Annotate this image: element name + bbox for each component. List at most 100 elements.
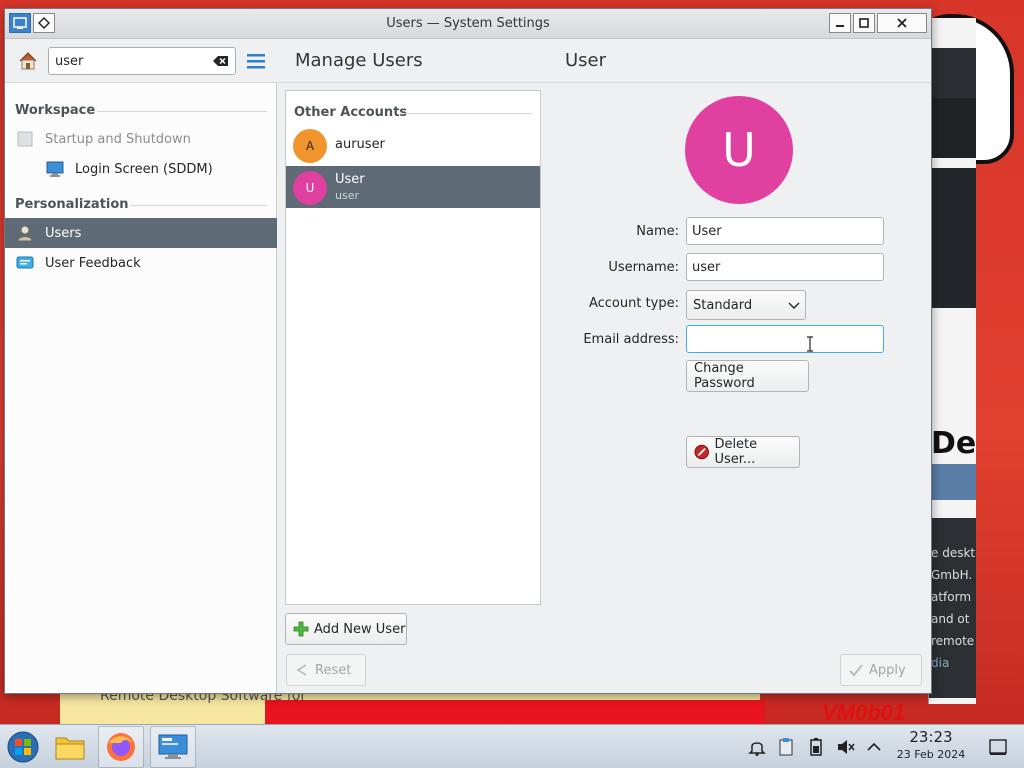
window-title: Users — System Settings bbox=[386, 16, 550, 31]
bg-partial-text: remote bbox=[931, 634, 975, 648]
minimize-button[interactable] bbox=[829, 13, 851, 33]
sidebar-item-label: Startup and Shutdown bbox=[45, 131, 191, 147]
plus-icon bbox=[293, 621, 309, 637]
bg-browser-panel bbox=[929, 168, 976, 308]
users-icon bbox=[17, 225, 33, 242]
username-label: Username: bbox=[608, 260, 679, 275]
battery-icon[interactable] bbox=[806, 737, 826, 757]
start-button[interactable] bbox=[0, 726, 46, 768]
account-username: user bbox=[335, 189, 359, 202]
system-settings-icon bbox=[158, 734, 188, 759]
bg-partial-text: and ot bbox=[931, 612, 970, 626]
title-bar[interactable]: Users — System Settings bbox=[5, 9, 931, 39]
sidebar-header bbox=[5, 39, 277, 83]
account-name: auruser bbox=[335, 137, 385, 152]
apply-button[interactable]: Apply bbox=[840, 654, 922, 686]
firefox-icon bbox=[107, 733, 135, 761]
section-divider bbox=[130, 205, 267, 206]
chevron-down-icon bbox=[788, 302, 800, 309]
name-label: Name: bbox=[636, 224, 679, 239]
account-type-select[interactable]: Standard bbox=[686, 290, 806, 320]
account-type-label: Account type: bbox=[588, 296, 679, 311]
sidebar-item-login-screen[interactable]: Login Screen (SDDM) bbox=[5, 154, 277, 184]
file-manager-icon bbox=[55, 737, 85, 760]
clock-time[interactable]: 23:23 bbox=[895, 728, 967, 746]
reset-button[interactable]: Reset bbox=[286, 654, 366, 686]
username-field[interactable] bbox=[686, 253, 884, 281]
start-orb-icon bbox=[7, 731, 39, 763]
minimize-icon bbox=[836, 25, 844, 27]
volume-muted-icon[interactable] bbox=[836, 737, 856, 757]
name-field[interactable] bbox=[686, 217, 884, 245]
page-title: Manage Users bbox=[295, 50, 423, 71]
taskbar-firefox[interactable] bbox=[98, 726, 144, 768]
hamburger-menu-icon[interactable] bbox=[246, 52, 266, 70]
maximize-icon bbox=[859, 18, 869, 28]
section-divider bbox=[402, 113, 532, 114]
bg-browser-panel bbox=[929, 518, 976, 698]
tray-expand-icon[interactable] bbox=[864, 737, 884, 757]
sidebar-item-startup-and-shutdown[interactable]: Startup and Shutdown bbox=[5, 124, 277, 154]
bg-red-bar bbox=[265, 700, 765, 724]
user-avatar-large[interactable]: U bbox=[685, 96, 793, 204]
account-item-user[interactable]: U User user bbox=[286, 166, 540, 208]
bg-partial-text: atform bbox=[931, 590, 972, 604]
system-settings-window: Users — System Settings user Workspace S… bbox=[4, 8, 932, 694]
clipboard-icon[interactable] bbox=[776, 737, 796, 757]
email-field[interactable] bbox=[686, 325, 884, 353]
bg-watermark: VM0b01 bbox=[822, 700, 906, 724]
close-button[interactable] bbox=[877, 13, 927, 33]
detail-title: User bbox=[565, 50, 607, 71]
bg-partial-text: Des bbox=[931, 426, 976, 461]
section-divider bbox=[97, 111, 267, 112]
add-new-user-button[interactable]: Add New User bbox=[285, 613, 407, 645]
search-field[interactable] bbox=[48, 47, 236, 75]
button-label: Delete User... bbox=[714, 437, 758, 467]
sidebar-item-label: Users bbox=[45, 225, 82, 241]
notifications-icon[interactable] bbox=[747, 737, 767, 757]
button-label: Reset bbox=[315, 662, 352, 678]
sidebar-section-workspace: Workspace bbox=[15, 103, 96, 118]
bg-browser-image bbox=[929, 464, 976, 500]
checkmark-icon bbox=[849, 664, 863, 677]
taskbar-system-settings[interactable] bbox=[150, 726, 196, 768]
accounts-list: Other Accounts A auruser U User user bbox=[285, 90, 541, 605]
sidebar: Workspace Startup and Shutdown Login Scr… bbox=[5, 39, 277, 693]
bg-browser-panel bbox=[929, 98, 976, 158]
sidebar-item-label: Login Screen (SDDM) bbox=[75, 161, 213, 177]
page-header: Manage Users User bbox=[278, 39, 931, 83]
bg-browser-toolbar bbox=[929, 48, 976, 98]
delete-icon bbox=[694, 444, 709, 460]
bg-partial-text: dia bbox=[931, 656, 950, 670]
account-name: User bbox=[335, 172, 365, 187]
change-password-button[interactable]: Change Password bbox=[686, 360, 809, 392]
taskbar-file-manager[interactable] bbox=[47, 726, 93, 768]
close-icon bbox=[897, 18, 907, 28]
startup-icon bbox=[17, 131, 33, 147]
home-icon[interactable] bbox=[17, 50, 39, 72]
login-screen-icon bbox=[46, 161, 64, 177]
button-label: Add New User bbox=[314, 621, 406, 637]
sidebar-section-personalization: Personalization bbox=[15, 197, 129, 212]
account-type-value: Standard bbox=[693, 298, 753, 313]
bg-partial-text: GmbH. bbox=[931, 568, 973, 582]
user-feedback-icon bbox=[16, 256, 34, 269]
taskbar: 23:23 23 Feb 2024 bbox=[0, 724, 1024, 768]
main-content: Manage Users User Other Accounts A aurus… bbox=[278, 39, 931, 693]
background-browser-window: Des e deskt GmbH. atform and ot remote d… bbox=[928, 18, 976, 704]
show-desktop-icon[interactable] bbox=[988, 737, 1008, 757]
accounts-heading: Other Accounts bbox=[294, 105, 408, 120]
button-label: Change Password bbox=[694, 361, 755, 391]
text-cursor-icon bbox=[807, 336, 813, 352]
button-label: Apply bbox=[869, 662, 906, 678]
clock-date[interactable]: 23 Feb 2024 bbox=[887, 748, 975, 761]
search-input[interactable] bbox=[55, 52, 205, 70]
avatar: U bbox=[293, 171, 327, 205]
bg-partial-text: e deskt bbox=[931, 546, 976, 560]
maximize-button[interactable] bbox=[853, 13, 875, 33]
clear-search-icon[interactable] bbox=[213, 55, 229, 67]
sidebar-item-users[interactable]: Users bbox=[5, 218, 277, 248]
delete-user-button[interactable]: Delete User... bbox=[686, 436, 800, 468]
sidebar-item-user-feedback[interactable]: User Feedback bbox=[5, 248, 277, 278]
account-item-auruser[interactable]: A auruser bbox=[286, 124, 540, 166]
